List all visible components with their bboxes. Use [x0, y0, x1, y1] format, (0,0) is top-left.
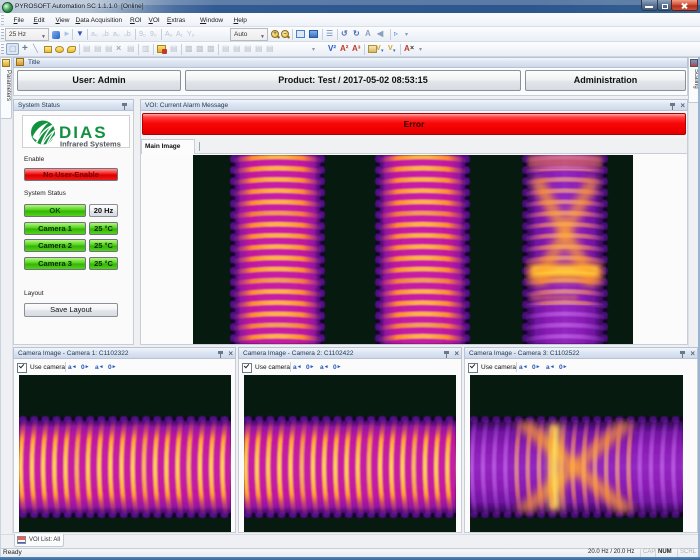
svg-text:Infrared Systems: Infrared Systems — [60, 140, 121, 149]
